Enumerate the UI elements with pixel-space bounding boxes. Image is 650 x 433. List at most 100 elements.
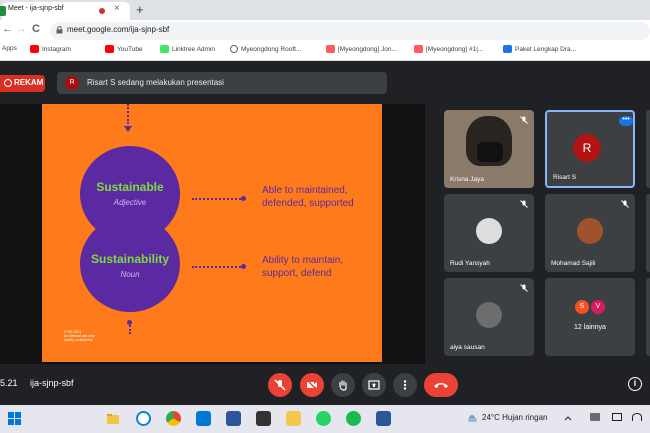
participant-tile-partial [646, 278, 650, 356]
tab-meet[interactable]: Meet - ija-sjnp-sbf × [0, 2, 130, 20]
connector-dot-bottom [127, 320, 132, 325]
slide-footer: © RS 2021 An internal use only strictly … [64, 330, 95, 342]
participant-name: aiya sausan [450, 344, 485, 351]
bookmark-label: [Myeongdong] Jon... [338, 45, 397, 53]
sticky-notes-icon[interactable] [286, 411, 301, 426]
slide-definition-2: Ability to maintain, support, defend [262, 254, 343, 280]
bookmark-myeongdong-1[interactable]: [Myeongdong] #1|... [414, 45, 483, 53]
bookmark-myeongdong-rooftop[interactable]: Myeongdong Rooft... [230, 45, 301, 53]
camera-toggle-button[interactable] [300, 373, 324, 397]
chrome-icon[interactable] [166, 411, 181, 426]
end-call-button[interactable] [424, 373, 458, 397]
youtube-icon [105, 45, 114, 53]
presenter-avatar: R [65, 76, 79, 90]
bookmark-label: [Myeongdong] #1|... [426, 45, 484, 53]
connector-dot-2 [241, 264, 246, 269]
store-icon[interactable] [226, 411, 241, 426]
participant-name: Krisna Jaya [450, 176, 484, 183]
url-text: meet.google.com/ija-sjnp-sbf [67, 25, 170, 34]
mic-toggle-button[interactable] [268, 373, 292, 397]
bookmark-label: YouTube [117, 45, 143, 53]
link-icon [503, 45, 512, 53]
connector-dot-1 [241, 196, 246, 201]
participant-tile-mohamad[interactable]: Mohamad Sajili [545, 194, 635, 272]
more-vert-icon [403, 380, 407, 390]
file-explorer-icon[interactable] [106, 412, 120, 426]
lock-icon [56, 26, 63, 34]
app-icon[interactable] [256, 411, 271, 426]
presentation-banner: R Risart S sedang melakukan presentasi [57, 72, 387, 94]
edge-icon[interactable] [136, 411, 151, 426]
slide-top-connector [127, 104, 129, 124]
recording-indicator-icon [99, 8, 105, 14]
bookmark-label: Myeongdong Rooft... [241, 45, 302, 53]
bookmark-youtube[interactable]: YouTube [105, 45, 143, 53]
reload-button[interactable]: C [32, 23, 40, 35]
omnibox[interactable]: meet.google.com/ija-sjnp-sbf [50, 22, 650, 40]
back-button[interactable]: ← [2, 23, 13, 35]
forward-button[interactable]: → [16, 23, 27, 35]
hand-icon [339, 380, 347, 391]
weather-status[interactable]: 24°C Hujan ringan [482, 413, 547, 422]
presentation-slide: Sustainable Adjective Sustainability Nou… [42, 104, 382, 362]
spotify-icon[interactable] [346, 411, 361, 426]
presenter-text: Risart S sedang melakukan presentasi [87, 78, 224, 87]
bookmark-linktree[interactable]: Linktree Admin [160, 45, 215, 53]
definition-line: Able to maintained, [262, 185, 348, 196]
slide-definition-1: Able to maintained, defended, supported [262, 184, 354, 210]
participant-avatar-v: V [591, 300, 605, 314]
bookmarks-bar: Apps Instagram YouTube Linktree Admin My… [0, 42, 650, 61]
definition-line: support, defend [262, 268, 332, 279]
slide-word-sustainability: Sustainability [90, 252, 170, 266]
participant-avatar [577, 218, 603, 244]
others-count: 12 lainnya [574, 324, 606, 331]
tab-title: Meet - ija-sjnp-sbf [8, 5, 64, 12]
bookmark-label: Linktree Admin [172, 45, 215, 53]
slide-word-sustainable: Sustainable [96, 180, 164, 194]
bookmark-apps[interactable]: Apps [2, 45, 17, 52]
tab-close-button[interactable]: × [114, 3, 120, 14]
raise-hand-button[interactable] [331, 373, 355, 397]
record-label: REKAM [14, 78, 44, 87]
face-mask [477, 142, 503, 162]
mic-off-icon [520, 200, 528, 208]
bookmark-instagram[interactable]: Instagram [30, 45, 71, 53]
airbnb-icon [414, 45, 423, 53]
battery-icon[interactable] [612, 413, 622, 421]
word-icon[interactable] [376, 411, 391, 426]
mic-off-icon [520, 284, 528, 292]
wifi-icon[interactable] [632, 413, 642, 421]
whatsapp-icon[interactable] [316, 411, 331, 426]
airbnb-icon [326, 45, 335, 53]
participant-tile-rudi[interactable]: Rudi Yansyah [444, 194, 534, 272]
definition-line: Ability to maintain, [262, 255, 344, 266]
participant-avatar: R [573, 134, 601, 162]
more-options-button[interactable] [393, 373, 417, 397]
address-bar-row: ← → C meet.google.com/ija-sjnp-sbf [0, 20, 650, 42]
definition-line: defended, supported [262, 198, 354, 209]
meeting-details-button[interactable]: i [628, 377, 642, 391]
meeting-code: ija-sjnp-sbf [30, 378, 74, 388]
participant-tile-others[interactable]: S V 12 lainnya [545, 278, 635, 356]
mail-icon[interactable] [196, 411, 211, 426]
windows-start-icon[interactable] [8, 412, 22, 426]
participant-tile-risart[interactable]: R ••• Risart S [545, 110, 635, 188]
participant-tile-partial [646, 194, 650, 272]
participant-tile-partial [646, 110, 650, 188]
participant-name: Risart S [553, 174, 577, 181]
tray-app-icon[interactable] [590, 413, 600, 421]
connector-line-1 [192, 198, 244, 200]
participant-tile-aiya[interactable]: aiya sausan [444, 278, 534, 356]
present-now-button[interactable] [362, 373, 386, 397]
chevron-up-icon[interactable] [564, 415, 572, 421]
participant-name: Mohamad Sajili [551, 260, 596, 267]
weather-cloud-icon [468, 415, 477, 422]
more-options-icon[interactable]: ••• [619, 116, 633, 126]
participant-tile-krisna[interactable]: Krisna Jaya [444, 110, 534, 188]
bookmark-paket-lengkap[interactable]: Paket Lengkap Dra... [503, 45, 576, 53]
bookmark-myeongdong-jon[interactable]: [Myeongdong] Jon... [326, 45, 397, 53]
present-screen-icon [368, 380, 380, 390]
new-tab-button[interactable]: + [136, 2, 144, 17]
meeting-clock: 5.21 [0, 378, 18, 388]
record-indicator[interactable]: REKAM [0, 75, 45, 92]
